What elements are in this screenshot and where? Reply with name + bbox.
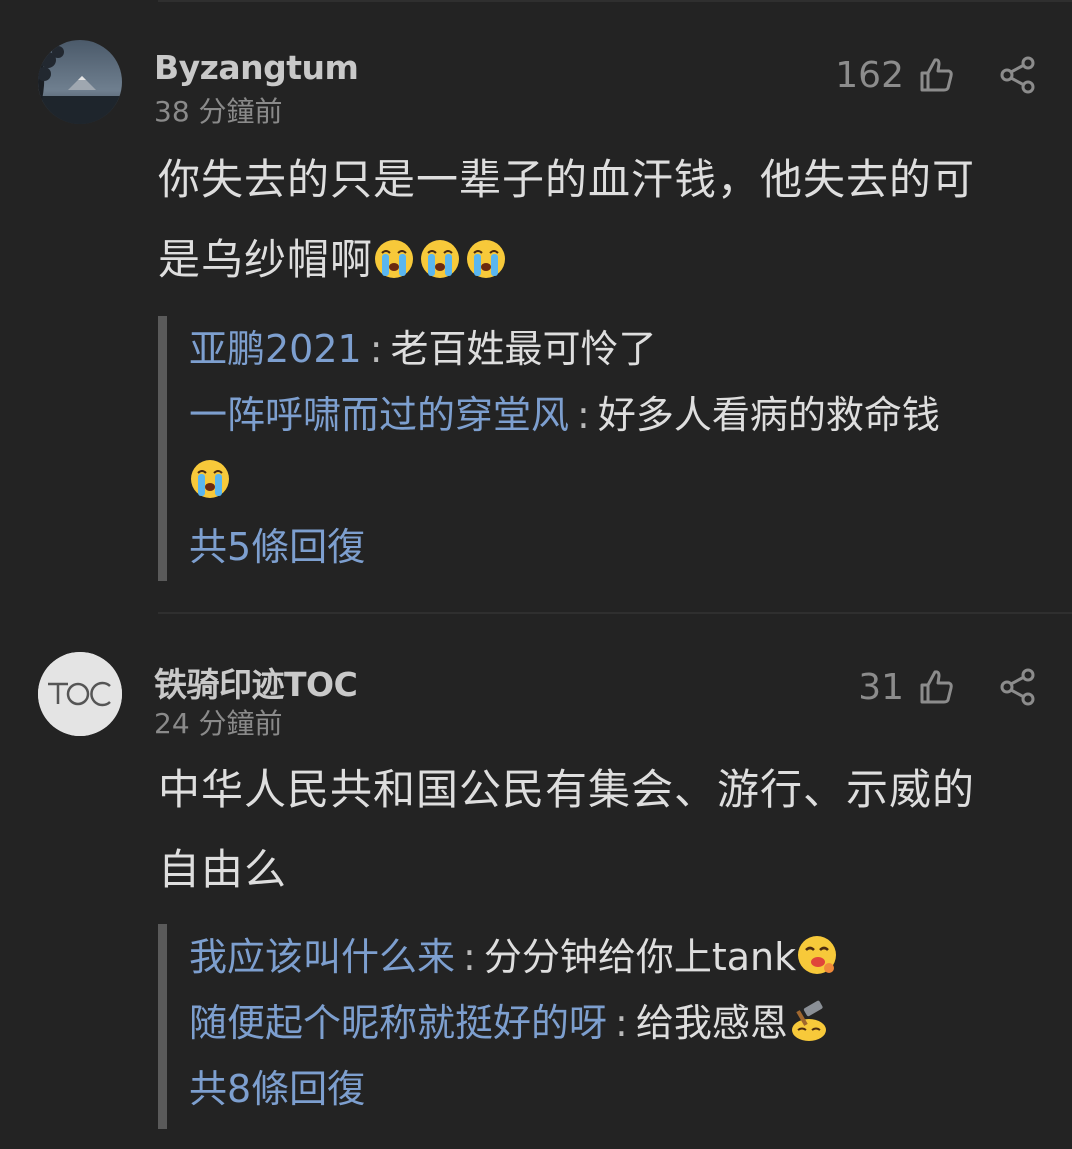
thumbs-up-icon[interactable] <box>916 55 956 95</box>
crying-emoji-icon <box>421 240 460 278</box>
comment-text-line: 中华人民共和国公民有集会、游行、示威的 <box>158 765 976 814</box>
reply-item[interactable]: 亚鹏2021: 老百姓最可怜了 <box>189 316 1048 382</box>
comment-divider <box>158 612 1072 614</box>
comment-text-segment: 是乌纱帽啊 <box>158 235 374 284</box>
timestamp: 24 分鐘前 <box>154 707 283 740</box>
reply-text: 分分钟给你上tank <box>483 935 797 979</box>
reply-separator: : <box>369 327 383 371</box>
comment-actions: 31 <box>858 662 1038 712</box>
share-icon[interactable] <box>998 667 1038 707</box>
reply-item[interactable]: 随便起个昵称就挺好的呀: 给我感恩 <box>189 990 1048 1056</box>
view-all-replies-link[interactable]: 共5條回復 <box>189 514 1048 580</box>
reply-separator: : <box>577 393 590 437</box>
reply-separator: : <box>615 1001 628 1045</box>
reply-username[interactable]: 随便起个昵称就挺好的呀 <box>189 1001 607 1045</box>
comment-text-line: 是乌纱帽啊 <box>158 220 1038 300</box>
comment-actions: 162 <box>835 50 1038 100</box>
thumbs-up-icon[interactable] <box>916 667 956 707</box>
like-count: 162 <box>835 54 904 96</box>
like-count: 31 <box>858 666 904 708</box>
username[interactable]: Byzangtum <box>154 48 359 87</box>
username[interactable]: 铁骑印迹TOC <box>154 658 358 706</box>
avatar-image <box>38 652 122 736</box>
avatar[interactable] <box>38 40 122 124</box>
reply-preview: 亚鹏2021: 老百姓最可怜了 一阵呼啸而过的穿堂风: 好多人看病的救命钱 共5條回… <box>158 316 1048 581</box>
comment-body: 中华人民共和国公民有集会、游行、示威的 自由么 <box>158 750 1038 910</box>
crying-emoji-icon <box>467 240 506 278</box>
reply-item[interactable]: 我应该叫什么来: 分分钟给你上tank <box>189 924 1048 990</box>
reply-item[interactable]: 一阵呼啸而过的穿堂风: 好多人看病的救命钱 <box>189 382 1048 448</box>
reply-username[interactable]: 我应该叫什么来 <box>189 935 455 979</box>
top-divider <box>158 0 1072 2</box>
reply-text: 给我感恩 <box>635 1001 788 1045</box>
reply-username[interactable]: 一阵呼啸而过的穿堂风 <box>189 393 569 437</box>
reply-text: 好多人看病的救命钱 <box>597 393 940 437</box>
timestamp: 38 分鐘前 <box>154 95 283 128</box>
reply-separator: : <box>463 935 476 979</box>
comment-text-line: 自由么 <box>158 845 288 894</box>
drooling-emoji-icon <box>798 936 837 974</box>
share-icon[interactable] <box>998 55 1038 95</box>
hammer-emoji-icon <box>791 1000 826 1041</box>
reply-preview: 我应该叫什么来: 分分钟给你上tank 随便起个昵称就挺好的呀: 给我感恩 共8條回… <box>158 924 1048 1129</box>
crying-emoji-icon <box>191 460 229 498</box>
crying-emoji-icon <box>375 240 414 278</box>
view-all-replies-link[interactable]: 共8條回復 <box>189 1056 1048 1122</box>
avatar[interactable] <box>38 652 122 736</box>
reply-emoji-line <box>189 448 1048 514</box>
comment-body: 你失去的只是一辈子的血汗钱，他失去的可 是乌纱帽啊 <box>158 140 1038 300</box>
reply-username[interactable]: 亚鹏2021 <box>189 327 362 371</box>
comment-text-line: 你失去的只是一辈子的血汗钱，他失去的可 <box>158 155 976 204</box>
avatar-image <box>38 40 122 124</box>
reply-text: 老百姓最可怜了 <box>390 327 657 371</box>
